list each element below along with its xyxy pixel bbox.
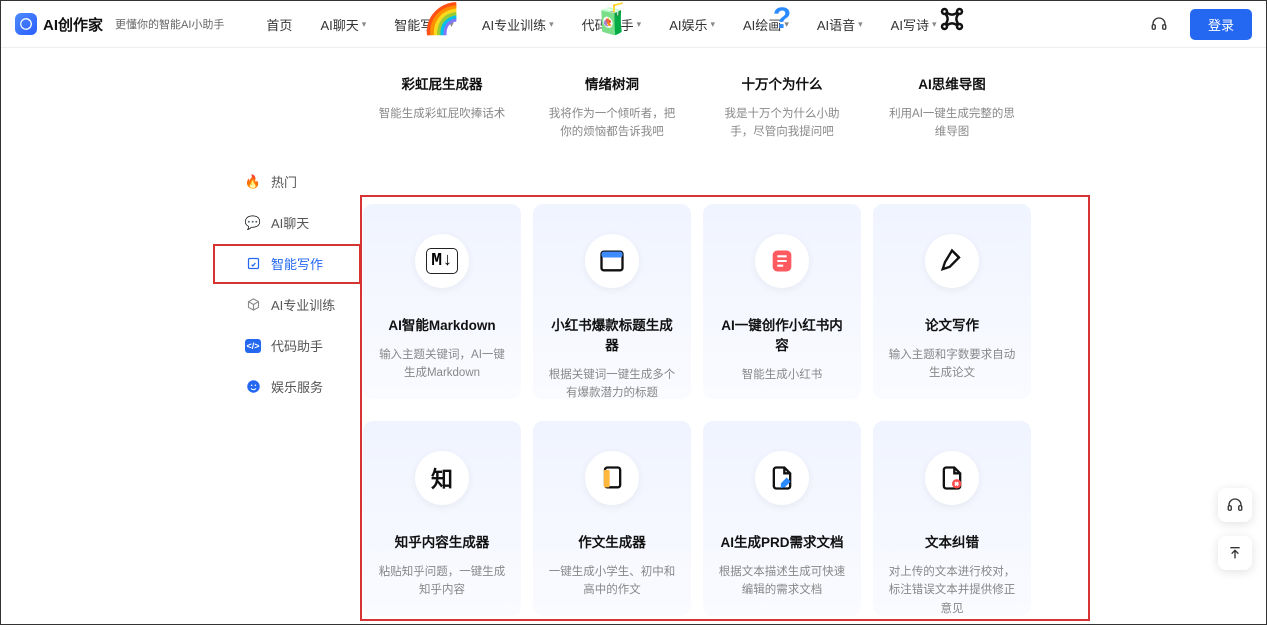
document-icon [585,451,639,505]
card-desc: 一键生成小学生、初中和高中的作文 [545,563,679,600]
card-thesis-writing[interactable]: 论文写作 输入主题和字数要求自动生成论文 [873,204,1031,399]
sidebar-item-hot[interactable]: 🔥 热门 [231,161,361,202]
sidebar: 🔥 热门 💬 AI聊天 智能写作 AI专业训练 </> 代码助手 娱乐服务 [231,161,361,407]
nav-label: 首页 [266,15,292,34]
icon-glyph: M↓ [426,248,458,274]
sidebar-item-code-helper[interactable]: </> 代码助手 [231,325,361,366]
cube-icon [245,297,261,313]
cup-icon: 🧃 [585,0,639,43]
nav-label: AI聊天 [320,15,358,34]
card-desc: 根据关键词一键生成多个有爆款潜力的标题 [545,366,679,403]
card-ai-mindmap[interactable]: AI思维导图 利用AI一键生成完整的思维导图 [873,0,1031,164]
card-title: AI生成PRD需求文档 [715,531,849,551]
card-row: M↓ AI智能Markdown 输入主题关键词，AI一键生成Markdown 小… [363,204,1085,399]
card-title: AI智能Markdown [375,314,509,334]
sidebar-item-label: 智能写作 [271,254,323,273]
card-emotion-tree[interactable]: 🧃 情绪树洞 我将作为一个倾听者，把你的烦恼都告诉我吧 [533,0,691,164]
card-desc: 对上传的文本进行校对，标注错误文本并提供修正意见 [885,563,1019,618]
card-prd-generator[interactable]: AI生成PRD需求文档 根据文本描述生成可快速编辑的需求文档 [703,421,861,616]
card-row: 知 知乎内容生成器 粘贴知乎问题，一键生成知乎内容 作文生成器 一键生成小学生、… [363,421,1085,616]
sidebar-item-label: 娱乐服务 [271,377,323,396]
smile-icon [245,379,261,395]
note-icon [755,234,809,288]
chat-icon: 💬 [245,215,261,231]
card-xiaohongshu-title-generator[interactable]: 小红书爆款标题生成器 根据关键词一键生成多个有爆款潜力的标题 [533,204,691,399]
card-title: 情绪树洞 [545,73,679,93]
card-desc: 输入主题和字数要求自动生成论文 [885,346,1019,383]
card-desc: 我是十万个为什么小助手，尽管向我提问吧 [715,105,849,142]
sidebar-item-label: AI专业训练 [271,295,335,314]
card-desc: 智能生成彩虹屁吹捧话术 [375,105,509,123]
card-desc: 粘贴知乎问题，一键生成知乎内容 [375,563,509,600]
pen-icon [925,234,979,288]
icon-glyph: 🌈 [423,2,460,37]
card-title: 十万个为什么 [715,73,849,93]
sidebar-item-ai-chat[interactable]: 💬 AI聊天 [231,202,361,243]
card-title: 知乎内容生成器 [375,531,509,551]
logo[interactable]: AI创作家 [15,13,103,35]
card-title: AI一键创作小红书内容 [715,314,849,354]
card-text-correction[interactable]: 文本纠错 对上传的文本进行校对，标注错误文本并提供修正意见 [873,421,1031,616]
headset-icon[interactable] [1150,15,1168,33]
brand-tagline: 更懂你的智能AI小助手 [115,16,224,32]
file-edit-icon [755,451,809,505]
markdown-icon: M↓ [415,234,469,288]
nav-ai-chat[interactable]: AI聊天▾ [320,15,366,34]
card-desc: 根据文本描述生成可快速编辑的需求文档 [715,563,849,600]
topbar-right: 登录 [1150,9,1252,40]
card-rainbow-generator[interactable]: 🌈 彩虹屁生成器 智能生成彩虹屁吹捧话术 [363,0,521,164]
floating-actions [1218,488,1252,570]
window-icon [585,234,639,288]
card-xiaohongshu-content[interactable]: AI一键创作小红书内容 智能生成小红书 [703,204,861,399]
card-desc: 智能生成小红书 [715,366,849,384]
brand-name: AI创作家 [43,14,103,35]
icon-glyph: 🧃 [593,2,630,37]
logo-icon [15,13,37,35]
back-to-top-button[interactable] [1218,536,1252,570]
edit-icon [245,256,261,272]
sidebar-item-label: AI聊天 [271,213,309,232]
sidebar-item-label: 代码助手 [271,336,323,355]
code-icon: </> [245,339,261,353]
question-icon: ? [755,0,809,43]
card-title: 小红书爆款标题生成器 [545,314,679,354]
flame-icon: 🔥 [245,174,261,190]
support-button[interactable] [1218,488,1252,522]
sidebar-item-ai-training[interactable]: AI专业训练 [231,284,361,325]
card-title: 作文生成器 [545,531,679,551]
nav-home[interactable]: 首页 [266,15,292,34]
sidebar-item-smart-writing[interactable]: 智能写作 [231,243,361,284]
icon-glyph: 知 [431,462,453,494]
zhihu-icon: 知 [415,451,469,505]
card-title: 文本纠错 [885,531,1019,551]
card-title: 彩虹屁生成器 [375,73,509,93]
card-zhihu-generator[interactable]: 知 知乎内容生成器 粘贴知乎问题，一键生成知乎内容 [363,421,521,616]
card-desc: 利用AI一键生成完整的思维导图 [885,105,1019,142]
card-desc: 输入主题关键词，AI一键生成Markdown [375,346,509,383]
rainbow-icon: 🌈 [415,0,469,43]
mindmap-icon [925,0,979,43]
card-title: AI思维导图 [885,73,1019,93]
icon-glyph: ? [773,2,791,36]
sidebar-item-label: 热门 [271,172,297,191]
card-hundred-thousand-why[interactable]: ? 十万个为什么 我是十万个为什么小助手，尽管向我提问吧 [703,0,861,164]
content-grid: 🌈 彩虹屁生成器 智能生成彩虹屁吹捧话术 🧃 情绪树洞 我将作为一个倾听者，把你… [363,1,1085,638]
sidebar-item-entertainment[interactable]: 娱乐服务 [231,366,361,407]
card-row: 🌈 彩虹屁生成器 智能生成彩虹屁吹捧话术 🧃 情绪树洞 我将作为一个倾听者，把你… [363,0,1085,164]
card-essay-generator[interactable]: 作文生成器 一键生成小学生、初中和高中的作文 [533,421,691,616]
login-button[interactable]: 登录 [1190,9,1252,40]
file-error-icon [925,451,979,505]
card-title: 论文写作 [885,314,1019,334]
card-ai-markdown[interactable]: M↓ AI智能Markdown 输入主题关键词，AI一键生成Markdown [363,204,521,399]
card-desc: 我将作为一个倾听者，把你的烦恼都告诉我吧 [545,105,679,142]
